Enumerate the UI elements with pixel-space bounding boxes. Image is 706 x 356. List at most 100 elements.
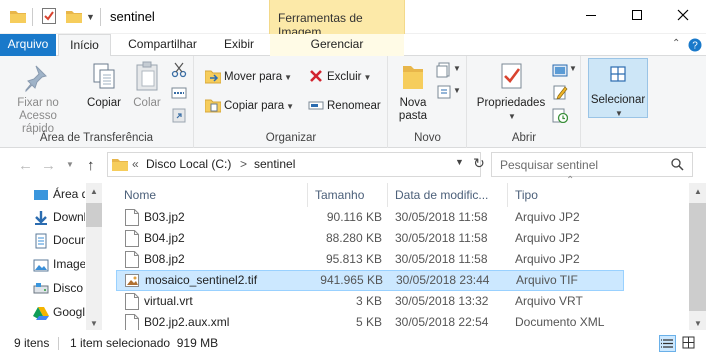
svg-text:?: ? (692, 41, 698, 52)
column-divider[interactable] (387, 183, 388, 207)
customize-quick-access-icon[interactable]: ▼ (86, 12, 95, 22)
select-button[interactable]: Selecionar ▼ (588, 58, 648, 118)
back-arrow-icon[interactable]: ← (18, 157, 33, 174)
file-date: 30/05/2018 22:54 (395, 315, 489, 329)
up-arrow-icon[interactable]: ↑ (87, 157, 95, 174)
large-icons-view-button[interactable] (681, 335, 698, 352)
tab-view[interactable]: Exibir (213, 34, 265, 56)
column-divider[interactable] (307, 183, 308, 207)
paste-label: Colar (133, 97, 161, 109)
edit-icon[interactable] (552, 84, 568, 100)
nav-pane-scroll-thumb[interactable] (86, 203, 102, 227)
file-row[interactable]: B04.jp2 88.280 KB 30/05/2018 11:58 Arqui… (116, 228, 624, 249)
breadcrumb-overflow[interactable]: « (132, 157, 139, 171)
toolbar-separator (32, 8, 33, 26)
column-header-date[interactable]: Data de modific... (395, 183, 488, 207)
new-item-icon[interactable] (436, 62, 452, 78)
column-divider[interactable] (507, 183, 508, 207)
easy-access-icon[interactable] (436, 84, 452, 100)
refresh-icon[interactable]: ↻ (468, 152, 490, 177)
file-name: B02.jp2.aux.xml (144, 315, 230, 329)
nav-item-label: Documentos (53, 233, 85, 247)
column-header-type[interactable]: Tipo (515, 183, 538, 207)
move-to-button[interactable]: Mover para ▼ (205, 67, 292, 87)
nav-item-desktop[interactable]: Área de Trabalho (33, 185, 85, 205)
minimize-button[interactable] (568, 0, 614, 30)
scroll-up-icon[interactable]: ▲ (694, 187, 702, 196)
column-header-name[interactable]: Nome (124, 183, 156, 207)
desktop-icon (34, 190, 48, 200)
history-icon[interactable] (552, 107, 568, 123)
nav-item-google-drive[interactable]: Google Drive (33, 303, 85, 323)
pin-quick-access-button[interactable]: Fixar no Acesso rápido (6, 60, 70, 136)
image-tools-context-header: Ferramentas de Imagem (269, 0, 405, 39)
address-bar[interactable]: « Disco Local (C:) > sentinel (107, 152, 481, 177)
file-type: Arquivo JP2 (515, 252, 580, 266)
nav-item-downloads[interactable]: Downloads (33, 208, 85, 228)
new-item-dropdown-icon[interactable]: ▼ (453, 64, 461, 73)
minimize-icon (586, 14, 596, 16)
tab-share[interactable]: Compartilhar (115, 34, 210, 56)
breadcrumb-separator[interactable]: > (240, 157, 247, 171)
move-to-label: Mover para (224, 71, 283, 83)
nav-item-documents[interactable]: Documentos (33, 231, 85, 251)
details-view-button[interactable] (659, 335, 676, 352)
file-row-selected[interactable]: mosaico_sentinel2.tif 941.965 KB 30/05/2… (116, 270, 624, 291)
toolbar-separator (100, 8, 101, 26)
nav-item-local-disk[interactable]: Disco Local (C:) (33, 279, 85, 299)
open-dropdown-icon[interactable]: ▼ (569, 64, 577, 73)
breadcrumb-folder[interactable]: sentinel (254, 157, 295, 171)
file-size: 90.116 KB (326, 210, 382, 224)
item-count: 9 itens (14, 336, 50, 350)
address-dropdown-icon[interactable]: ▼ (455, 157, 464, 167)
large-icons-view-icon (682, 336, 695, 349)
search-placeholder: Pesquisar sentinel (500, 158, 599, 172)
nav-item-pictures[interactable]: Imagens (33, 255, 85, 275)
properties-check-icon[interactable] (42, 8, 56, 24)
move-to-icon (205, 70, 221, 84)
new-folder-button[interactable]: Nova pasta (393, 60, 433, 123)
file-row[interactable]: B03.jp2 90.116 KB 30/05/2018 11:58 Arqui… (116, 207, 624, 228)
help-icon[interactable]: ? (688, 38, 702, 52)
nav-item-label: Google Drive (53, 305, 85, 319)
file-size: 88.280 KB (325, 231, 382, 245)
recent-locations-dropdown-icon[interactable]: ▼ (66, 160, 74, 169)
cut-icon[interactable] (171, 62, 187, 78)
file-size: 95.813 KB (325, 252, 382, 266)
sort-indicator-icon: ⌃ (566, 175, 575, 186)
open-icon[interactable] (552, 62, 568, 78)
easy-access-dropdown-icon[interactable]: ▼ (453, 86, 461, 95)
paste-shortcut-icon[interactable] (171, 107, 187, 123)
scroll-down-icon[interactable]: ▼ (694, 319, 702, 328)
file-row[interactable]: virtual.vrt 3 KB 30/05/2018 13:32 Arquiv… (116, 291, 624, 312)
tab-home[interactable]: Início (58, 34, 111, 57)
folder-icon[interactable] (10, 9, 26, 23)
breadcrumb-drive[interactable]: Disco Local (C:) (146, 157, 231, 171)
file-date: 30/05/2018 11:58 (395, 231, 488, 245)
tab-manage[interactable]: Gerenciar (270, 34, 404, 56)
rename-button[interactable]: Renomear (308, 96, 381, 116)
forward-arrow-icon[interactable]: → (41, 157, 56, 174)
copy-path-icon[interactable] (171, 85, 187, 101)
close-button[interactable] (660, 0, 706, 30)
file-list-scroll-thumb[interactable] (689, 203, 706, 311)
file-size: 941.965 KB (320, 273, 383, 287)
search-box[interactable]: Pesquisar sentinel (491, 152, 693, 177)
properties-dropdown-icon: ▼ (508, 112, 516, 121)
properties-button[interactable]: Propriedades ▼ (474, 60, 548, 123)
file-row[interactable]: B08.jp2 95.813 KB 30/05/2018 11:58 Arqui… (116, 249, 624, 270)
paste-button[interactable]: Colar (128, 60, 166, 110)
column-header-size[interactable]: Tamanho (315, 183, 364, 207)
new-folder-icon[interactable] (66, 9, 82, 23)
maximize-button[interactable] (614, 0, 660, 30)
scroll-down-icon[interactable]: ▼ (90, 319, 98, 328)
file-icon (125, 314, 139, 331)
image-file-icon (125, 274, 139, 287)
new-folder-label-line2: pasta (398, 110, 428, 122)
collapse-ribbon-icon[interactable]: ⌃ (672, 38, 680, 49)
tab-file[interactable]: Arquivo (0, 34, 56, 56)
copy-button[interactable]: Copiar (84, 60, 124, 110)
scroll-up-icon[interactable]: ▲ (90, 187, 98, 196)
delete-button[interactable]: Excluir ▼ (308, 67, 371, 87)
copy-to-button[interactable]: Copiar para ▼ (205, 96, 294, 116)
